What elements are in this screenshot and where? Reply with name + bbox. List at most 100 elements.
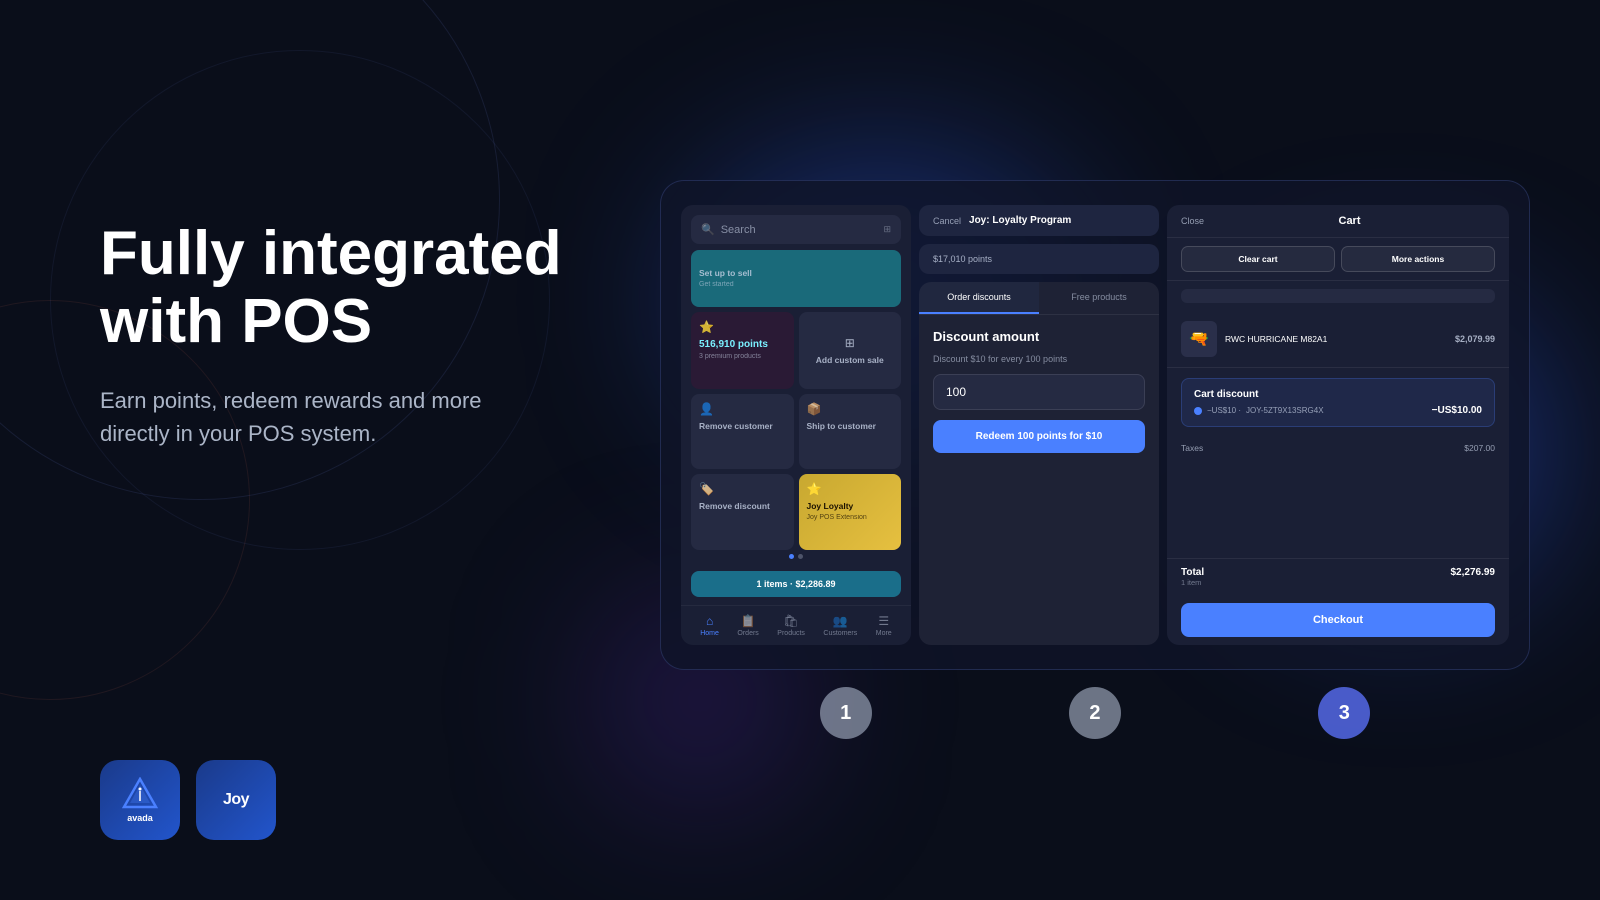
cart-product-image: 🔫 <box>1181 321 1217 357</box>
panel-cart: Close Cart Clear cart More actions 🔫 RWC… <box>1167 205 1509 645</box>
avada-logo-icon <box>122 777 158 809</box>
points-icon: ⭐ <box>699 320 786 334</box>
pos-tile-remove-discount[interactable]: 🏷️ Remove discount <box>691 474 794 550</box>
discount-program-title: Joy: Loyalty Program <box>969 215 1071 226</box>
joy-logo-box: Joy <box>196 760 276 840</box>
discount-dot <box>1194 407 1202 415</box>
redeem-button[interactable]: Redeem 100 points for $10 <box>933 420 1145 453</box>
pos-grid: Set up to sell Get started ⭐ 516,910 poi… <box>681 250 911 550</box>
pos-tile-setup[interactable]: Set up to sell Get started <box>691 250 901 307</box>
joy-label: Joy <box>223 791 249 809</box>
cart-total-row: Total 1 item $2,276.99 <box>1167 558 1509 595</box>
cart-product-row: 🔫 RWC HURRICANE M82A1 $2,079.99 <box>1181 321 1495 357</box>
more-actions-button[interactable]: More actions <box>1341 246 1495 272</box>
avada-logo-box: avada <box>100 760 180 840</box>
total-value: $2,276.99 <box>1451 567 1496 587</box>
pos-dot-indicator <box>681 550 911 563</box>
remove-customer-icon: 👤 <box>699 402 786 416</box>
joy-tile-sub: Joy POS Extension <box>807 514 894 521</box>
cart-product-name: RWC HURRICANE M82A1 <box>1225 334 1447 344</box>
discount-amount-label: Discount amount <box>933 329 1145 344</box>
points-input[interactable]: 100 <box>933 374 1145 410</box>
pos-bottom-bar[interactable]: 1 items · $2,286.89 <box>691 571 901 597</box>
pos-tile-joy[interactable]: ⭐ Joy Loyalty Joy POS Extension <box>799 474 902 550</box>
close-button[interactable]: Close <box>1181 216 1204 226</box>
step-2-indicator: 2 <box>1069 687 1121 739</box>
cart-image-placeholder <box>1181 289 1495 303</box>
joy-tile-label: Joy Loyalty <box>807 501 894 511</box>
step-1-indicator: 1 <box>820 687 872 739</box>
total-sub: 1 item <box>1181 578 1204 587</box>
pos-search-icon2: ⊞ <box>883 224 891 235</box>
avada-label: avada <box>127 813 153 823</box>
pos-nav: ⌂ Home 📋 Orders 🛍 Products 👥 Customers ☰… <box>681 605 911 645</box>
discount-label: −US$10 · <box>1207 406 1241 415</box>
pos-nav-products[interactable]: 🛍 Products <box>777 614 805 637</box>
bottom-logos: avada Joy <box>100 760 276 840</box>
cancel-button[interactable]: Cancel <box>933 216 961 226</box>
cart-header: Close Cart <box>1167 205 1509 238</box>
pos-tile-points[interactable]: ⭐ 516,910 points 3 premium products <box>691 312 794 389</box>
discount-modal: Order discounts Free products Discount a… <box>919 282 1159 645</box>
pos-tile-remove-customer[interactable]: 👤 Remove customer <box>691 394 794 470</box>
pos-tile-ship[interactable]: 📦 Ship to customer <box>799 394 902 470</box>
remove-customer-label: Remove customer <box>699 421 786 431</box>
cart-discount-title: Cart discount <box>1194 389 1482 400</box>
cart-product-info: RWC HURRICANE M82A1 <box>1225 334 1447 344</box>
cart-discount-section: Cart discount −US$10 · JOY-5ZT9X13SRG4X … <box>1181 378 1495 427</box>
remove-discount-label: Remove discount <box>699 501 786 511</box>
cart-spacer <box>1167 459 1509 558</box>
cart-taxes-row: Taxes $207.00 <box>1167 437 1509 459</box>
pos-search-bar[interactable]: 🔍 Search ⊞ <box>691 215 901 244</box>
discount-amount: −US$10.00 <box>1432 405 1482 416</box>
ship-label: Ship to customer <box>807 421 894 431</box>
clear-cart-button[interactable]: Clear cart <box>1181 246 1335 272</box>
taxes-label: Taxes <box>1181 443 1203 453</box>
customers-icon: 👥 <box>833 614 848 628</box>
cart-product-area: 🔫 RWC HURRICANE M82A1 $2,079.99 <box>1167 311 1509 368</box>
home-icon: ⌂ <box>706 614 713 628</box>
dot-1 <box>789 554 794 559</box>
cart-action-buttons: Clear cart More actions <box>1167 238 1509 281</box>
left-content-area: Fully integrated with POS Earn points, r… <box>100 220 620 450</box>
tab-order-discounts[interactable]: Order discounts <box>919 282 1039 314</box>
setup-sub: Get started <box>699 281 893 288</box>
checkout-button[interactable]: Checkout <box>1181 603 1495 637</box>
dot-2 <box>798 554 803 559</box>
step-3-indicator: 3 <box>1318 687 1370 739</box>
discount-points-bar: $17,010 points <box>919 244 1159 274</box>
showcase-container: 🔍 Search ⊞ Set up to sell Get started ⭐ … <box>660 180 1530 670</box>
heading-line2: with POS <box>100 287 372 356</box>
pos-nav-orders[interactable]: 📋 Orders <box>737 614 758 637</box>
step-indicators: 1 2 3 <box>661 687 1529 739</box>
pos-nav-more[interactable]: ☰ More <box>876 614 892 637</box>
points-info: $17,010 points <box>933 254 992 264</box>
cart-discount-detail: −US$10 · JOY-5ZT9X13SRG4X −US$10.00 <box>1194 405 1482 416</box>
cart-product-price: $2,079.99 <box>1455 334 1495 344</box>
main-heading: Fully integrated with POS <box>100 220 620 356</box>
points-value: 516,910 points <box>699 339 786 350</box>
setup-label: Set up to sell <box>699 268 893 278</box>
pos-nav-home[interactable]: ⌂ Home <box>700 614 719 637</box>
pos-tile-add-custom[interactable]: ⊞ Add custom sale <box>799 312 902 389</box>
add-custom-label: Add custom sale <box>816 355 884 365</box>
more-icon: ☰ <box>878 614 889 628</box>
cart-title: Cart <box>1339 215 1361 227</box>
sub-description: Earn points, redeem rewards and more dir… <box>100 384 620 450</box>
orders-icon: 📋 <box>741 614 756 628</box>
discount-body: Discount amount Discount $10 for every 1… <box>919 315 1159 645</box>
panel-pos: 🔍 Search ⊞ Set up to sell Get started ⭐ … <box>681 205 911 645</box>
ship-icon: 📦 <box>807 402 894 416</box>
discount-code: JOY-5ZT9X13SRG4X <box>1246 406 1324 415</box>
discount-desc: Discount $10 for every 100 points <box>933 354 1145 364</box>
taxes-value: $207.00 <box>1464 443 1495 453</box>
products-icon: 🛍 <box>783 614 798 628</box>
total-label: Total <box>1181 567 1204 578</box>
panel-discount: Cancel Joy: Loyalty Program $17,010 poin… <box>919 205 1159 645</box>
points-sub: 3 premium products <box>699 353 786 360</box>
joy-tile-icon: ⭐ <box>807 482 894 496</box>
tab-free-products[interactable]: Free products <box>1039 282 1159 314</box>
pos-nav-customers[interactable]: 👥 Customers <box>823 614 857 637</box>
discount-tabs: Order discounts Free products <box>919 282 1159 315</box>
pos-search-text: Search <box>721 224 878 236</box>
